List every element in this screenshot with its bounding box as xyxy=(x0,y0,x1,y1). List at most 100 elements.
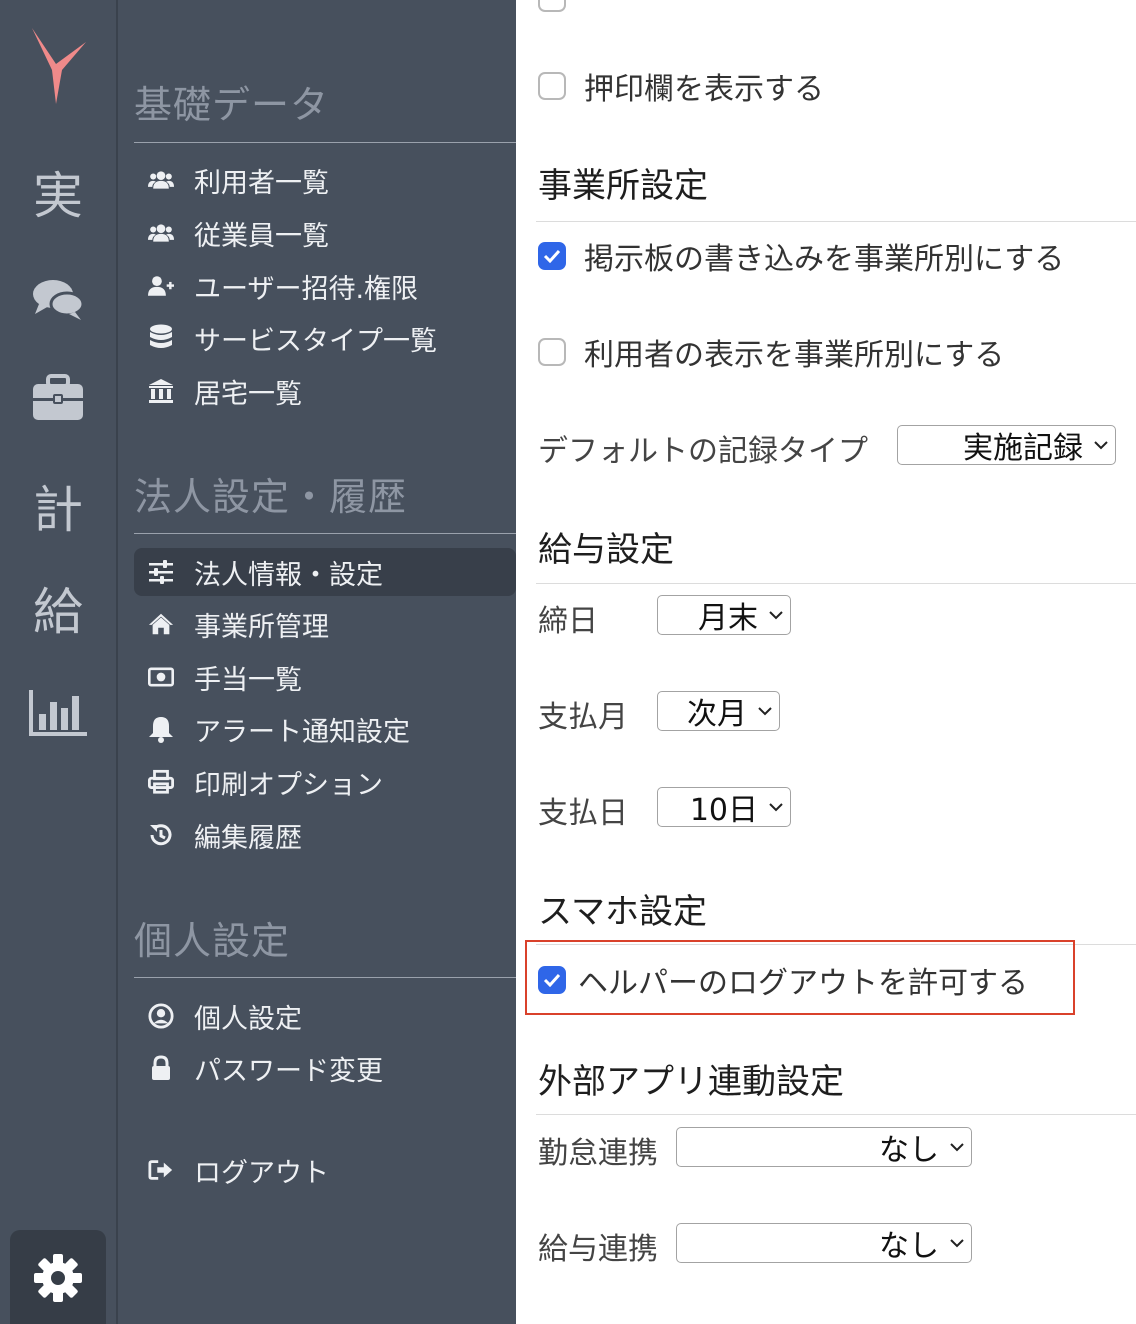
section-divider xyxy=(134,977,516,978)
rail-item-salary[interactable]: 給 xyxy=(0,582,116,642)
menu-item-personal-settings[interactable]: 個人設定 xyxy=(134,992,516,1040)
menu-item-change-password[interactable]: パスワード変更 xyxy=(134,1044,516,1092)
highlight-box xyxy=(525,940,1075,1015)
chevron-down-icon xyxy=(769,803,783,812)
menu-item-edit-history[interactable]: 編集履歴 xyxy=(134,811,516,859)
stamp-field-option: 押印欄を表示する xyxy=(538,64,824,108)
pay-day-select[interactable]: 10日 xyxy=(657,787,791,828)
users-icon xyxy=(148,167,174,193)
check-icon xyxy=(543,249,561,263)
menu-item-label: 利用者一覧 xyxy=(194,167,329,199)
select-value: なし xyxy=(879,1133,939,1168)
logout-label: ログアウト xyxy=(194,1157,329,1189)
menu-item-label: ユーザー招待.権限 xyxy=(194,273,419,305)
menu-item-label: 従業員一覧 xyxy=(194,220,329,252)
menu-item-alert-settings[interactable]: アラート通知設定 xyxy=(134,705,516,753)
menu-item-label: 個人設定 xyxy=(194,1003,302,1035)
stamp-field-label: 押印欄を表示する xyxy=(584,72,824,107)
menu-item-label: アラート通知設定 xyxy=(194,716,410,748)
history-icon xyxy=(148,822,174,848)
briefcase-icon[interactable] xyxy=(0,374,116,426)
print-icon xyxy=(148,769,174,795)
menu-item-employee-list[interactable]: 従業員一覧 xyxy=(134,209,516,257)
pay-month-select[interactable]: 次月 xyxy=(657,691,780,732)
users-by-office-option: 利用者の表示を事業所別にする xyxy=(538,330,1004,374)
partial-checkbox[interactable] xyxy=(538,0,566,12)
payroll-link-select[interactable]: なし xyxy=(676,1223,972,1264)
section-divider xyxy=(536,221,1136,222)
bar-chart-icon[interactable] xyxy=(0,688,116,742)
rail-item-record[interactable]: 実 xyxy=(0,166,116,226)
gear-icon xyxy=(32,1252,84,1308)
bank-icon xyxy=(148,378,174,404)
select-value: なし xyxy=(879,1229,939,1264)
home-icon xyxy=(148,611,174,637)
select-value: 実施記録 xyxy=(963,431,1083,466)
menu-item-label: 印刷オプション xyxy=(194,769,383,801)
lock-icon xyxy=(148,1055,174,1081)
attendance-link-select[interactable]: なし xyxy=(676,1127,972,1168)
menu-item-label: 編集履歴 xyxy=(194,822,302,854)
section-divider xyxy=(134,142,516,143)
settings-content: 押印欄を表示する 事業所設定 掲示板の書き込みを事業所別にする 利用者の表示を事… xyxy=(516,0,1136,1324)
menu-item-residence-list[interactable]: 居宅一覧 xyxy=(134,367,516,415)
pay-day-label: 支払日 xyxy=(538,796,628,831)
menu-item-label: パスワード変更 xyxy=(194,1055,383,1087)
logout-link[interactable]: ログアウト xyxy=(134,1146,516,1194)
money-icon xyxy=(148,664,174,690)
users-by-office-checkbox[interactable] xyxy=(538,338,566,366)
logout-icon xyxy=(148,1157,174,1183)
menu-item-label: 法人情報・設定 xyxy=(194,559,383,591)
menu-item-service-types[interactable]: サービスタイプ一覧 xyxy=(134,314,516,362)
board-by-office-checkbox[interactable] xyxy=(538,242,566,270)
section-title-personal: 個人設定 xyxy=(134,919,291,963)
menu-item-user-invite[interactable]: ユーザー招待.権限 xyxy=(134,262,516,310)
user-plus-icon xyxy=(148,273,174,299)
users-icon xyxy=(148,220,174,246)
section-divider xyxy=(536,1114,1136,1115)
salary-settings-title: 給与設定 xyxy=(538,530,674,570)
database-icon xyxy=(148,324,174,351)
closing-day-label: 締日 xyxy=(538,604,598,639)
chevron-down-icon xyxy=(769,611,783,620)
closing-day-select[interactable]: 月末 xyxy=(657,595,791,636)
chevron-down-icon xyxy=(950,1239,964,1248)
menu-item-user-list[interactable]: 利用者一覧 xyxy=(134,156,516,204)
chat-icon[interactable] xyxy=(0,276,116,326)
chevron-down-icon xyxy=(950,1143,964,1152)
logo-icon[interactable] xyxy=(0,24,116,112)
settings-button[interactable] xyxy=(10,1230,106,1324)
chevron-down-icon xyxy=(1094,441,1108,450)
menu-item-corporate-info[interactable]: 法人情報・設定 xyxy=(134,548,516,596)
menu-item-label: 手当一覧 xyxy=(194,664,302,696)
select-value: 次月 xyxy=(687,697,747,732)
section-divider xyxy=(536,583,1136,584)
pay-month-label: 支払月 xyxy=(538,700,628,735)
select-value: 月末 xyxy=(698,601,758,636)
payroll-link-label: 給与連携 xyxy=(538,1232,658,1267)
board-by-office-option: 掲示板の書き込みを事業所別にする xyxy=(538,234,1064,278)
menu-item-office-management[interactable]: 事業所管理 xyxy=(134,600,516,648)
section-title-corporate: 法人設定・履歴 xyxy=(134,475,408,519)
menu-item-print-options[interactable]: 印刷オプション xyxy=(134,758,516,806)
select-value: 10日 xyxy=(689,793,758,828)
default-record-type-label: デフォルトの記録タイプ xyxy=(538,434,868,469)
settings-menu: 基礎データ 利用者一覧 従業員一覧 ユーザー招待.権限 サービスタイプ一覧 居宅… xyxy=(118,0,516,1324)
users-by-office-label: 利用者の表示を事業所別にする xyxy=(584,338,1005,373)
menu-item-allowance-list[interactable]: 手当一覧 xyxy=(134,653,516,701)
menu-item-label: 居宅一覧 xyxy=(194,378,302,410)
external-settings-title: 外部アプリ連動設定 xyxy=(538,1062,844,1102)
icon-rail: 実 計 給 xyxy=(0,0,116,1324)
default-record-type-select[interactable]: 実施記録 xyxy=(897,425,1116,466)
chevron-down-icon xyxy=(758,707,772,716)
board-by-office-label: 掲示板の書き込みを事業所別にする xyxy=(584,242,1065,277)
sliders-icon xyxy=(148,559,174,585)
menu-item-label: サービスタイプ一覧 xyxy=(194,325,437,357)
bell-icon xyxy=(148,716,174,743)
rail-item-plan[interactable]: 計 xyxy=(0,480,116,540)
user-circle-icon xyxy=(148,1003,174,1029)
menu-item-label: 事業所管理 xyxy=(194,611,329,643)
office-settings-title: 事業所設定 xyxy=(538,166,708,206)
stamp-field-checkbox[interactable] xyxy=(538,72,566,100)
attendance-link-label: 勤怠連携 xyxy=(538,1136,658,1171)
